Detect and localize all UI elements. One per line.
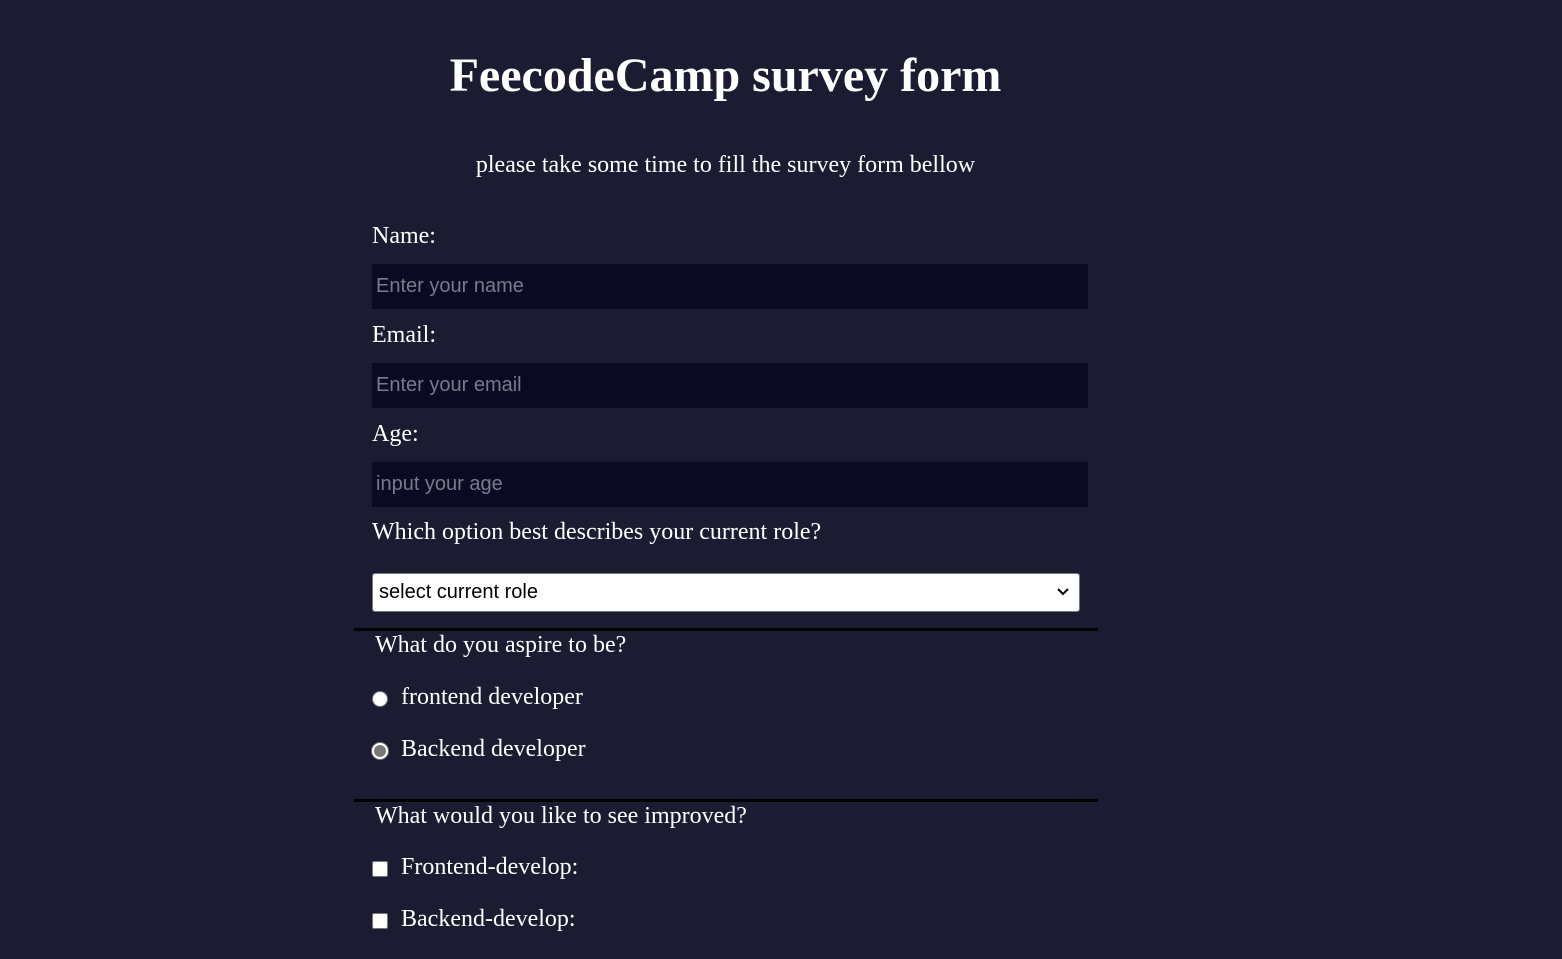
- aspire-option-frontend[interactable]: frontend developer: [372, 682, 583, 712]
- age-label: Age:: [372, 421, 419, 447]
- frontend-checkbox-label: Frontend-develop:: [401, 854, 579, 880]
- backend-checkbox-label: Backend-develop:: [401, 906, 576, 932]
- improve-question: What would you like to see improved?: [375, 803, 747, 829]
- role-dropdown[interactable]: select current role: [372, 573, 1080, 612]
- page-title: FeecodeCamp survey form: [449, 49, 1002, 102]
- aspire-question: What do you aspire to be?: [375, 632, 627, 658]
- age-input[interactable]: [372, 462, 1088, 507]
- backend-radio-label: Backend developer: [401, 736, 586, 762]
- email-label: Email:: [372, 322, 436, 348]
- chevron-down-icon: [1057, 588, 1069, 596]
- name-label: Name:: [372, 223, 436, 249]
- email-input[interactable]: [372, 363, 1088, 408]
- page-description: please take some time to fill the survey…: [475, 152, 976, 178]
- role-dropdown-value: select current role: [379, 581, 538, 603]
- aspire-option-backend[interactable]: Backend developer: [372, 734, 586, 764]
- improve-option-frontend[interactable]: Frontend-develop:: [372, 852, 578, 882]
- survey-page: FeecodeCamp survey form please take some…: [0, 0, 1562, 959]
- backend-checkbox[interactable]: [372, 913, 388, 929]
- frontend-checkbox[interactable]: [372, 861, 388, 877]
- frontend-radio-label: frontend developer: [401, 684, 583, 710]
- frontend-radio[interactable]: [372, 691, 388, 707]
- name-input[interactable]: [372, 264, 1088, 309]
- improve-option-backend[interactable]: Backend-develop:: [372, 904, 576, 934]
- backend-radio[interactable]: [372, 743, 388, 759]
- role-label: Which option best describes your current…: [372, 519, 822, 545]
